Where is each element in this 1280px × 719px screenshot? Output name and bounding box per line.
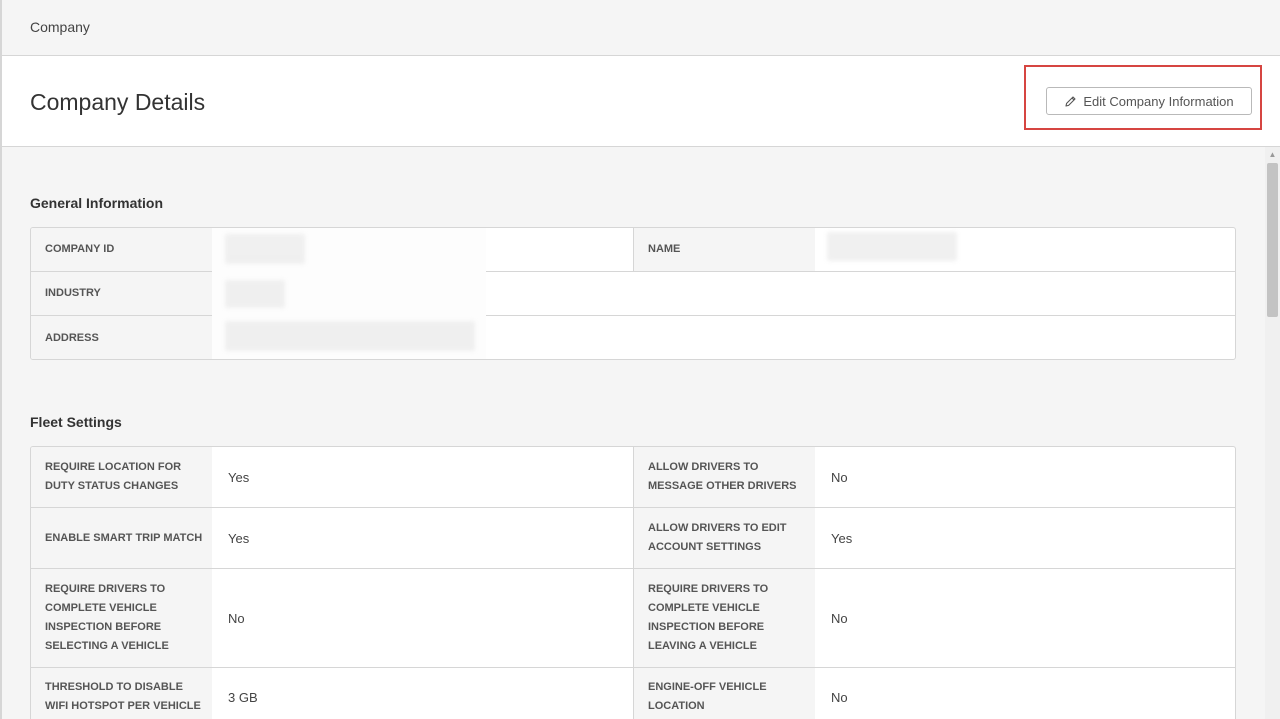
setting-value: No: [228, 610, 245, 626]
setting-label: ENABLE SMART TRIP MATCH: [31, 508, 212, 568]
fleet-settings-title: Fleet Settings: [30, 414, 122, 430]
scrollbar-thumb[interactable]: [1267, 163, 1278, 317]
page-title: Company Details: [30, 89, 206, 115]
table-row: ENABLE SMART TRIP MATCH Yes ALLOW DRIVER…: [31, 508, 1235, 569]
breadcrumb[interactable]: Company: [30, 19, 90, 35]
pencil-icon: [1065, 95, 1076, 107]
setting-value: Yes: [228, 530, 250, 546]
page-header: Company Details Edit Company Information: [2, 56, 1280, 147]
setting-label: REQUIRE DRIVERS TO COMPLETE VEHICLE INSP…: [31, 569, 212, 667]
setting-value: 3 GB: [228, 689, 258, 705]
setting-value: No: [831, 610, 848, 626]
table-row: THRESHOLD TO DISABLE WIFI HOTSPOT PER VE…: [31, 668, 1235, 719]
general-information-table: COMPANY ID NAME INDUSTRY ADDRESS: [30, 227, 1236, 360]
edit-button-label: Edit Company Information: [1083, 93, 1234, 109]
table-row: REQUIRE DRIVERS TO COMPLETE VEHICLE INSP…: [31, 569, 1235, 668]
breadcrumb-bar: Company: [2, 0, 1280, 56]
redacted-industry: [225, 280, 285, 308]
table-row: REQUIRE LOCATION FOR DUTY STATUS CHANGES…: [31, 447, 1235, 508]
setting-label: REQUIRE DRIVERS TO COMPLETE VEHICLE INSP…: [634, 569, 815, 667]
name-label: NAME: [634, 228, 815, 271]
address-label: ADDRESS: [31, 316, 212, 359]
redacted-address: [225, 321, 475, 351]
setting-value: No: [831, 689, 848, 705]
setting-label: ENGINE-OFF VEHICLE LOCATION: [634, 668, 815, 719]
fleet-settings-table: REQUIRE LOCATION FOR DUTY STATUS CHANGES…: [30, 446, 1236, 719]
company-id-label: COMPANY ID: [31, 228, 212, 271]
redacted-name: [827, 232, 957, 261]
industry-label: INDUSTRY: [31, 272, 212, 315]
setting-label: THRESHOLD TO DISABLE WIFI HOTSPOT PER VE…: [31, 668, 212, 719]
setting-label: REQUIRE LOCATION FOR DUTY STATUS CHANGES: [31, 447, 212, 507]
content-area: General Information COMPANY ID NAME INDU…: [2, 147, 1265, 719]
setting-value: Yes: [228, 469, 250, 485]
redacted-company-id: [225, 234, 305, 264]
setting-label: ALLOW DRIVERS TO MESSAGE OTHER DRIVERS: [634, 447, 815, 507]
scroll-up-arrow-icon[interactable]: ▲: [1265, 149, 1280, 161]
setting-value: No: [831, 469, 848, 485]
setting-value: Yes: [831, 530, 853, 546]
general-information-title: General Information: [30, 195, 164, 211]
setting-label: ALLOW DRIVERS TO EDIT ACCOUNT SETTINGS: [634, 508, 815, 568]
edit-company-information-button[interactable]: Edit Company Information: [1046, 87, 1252, 115]
